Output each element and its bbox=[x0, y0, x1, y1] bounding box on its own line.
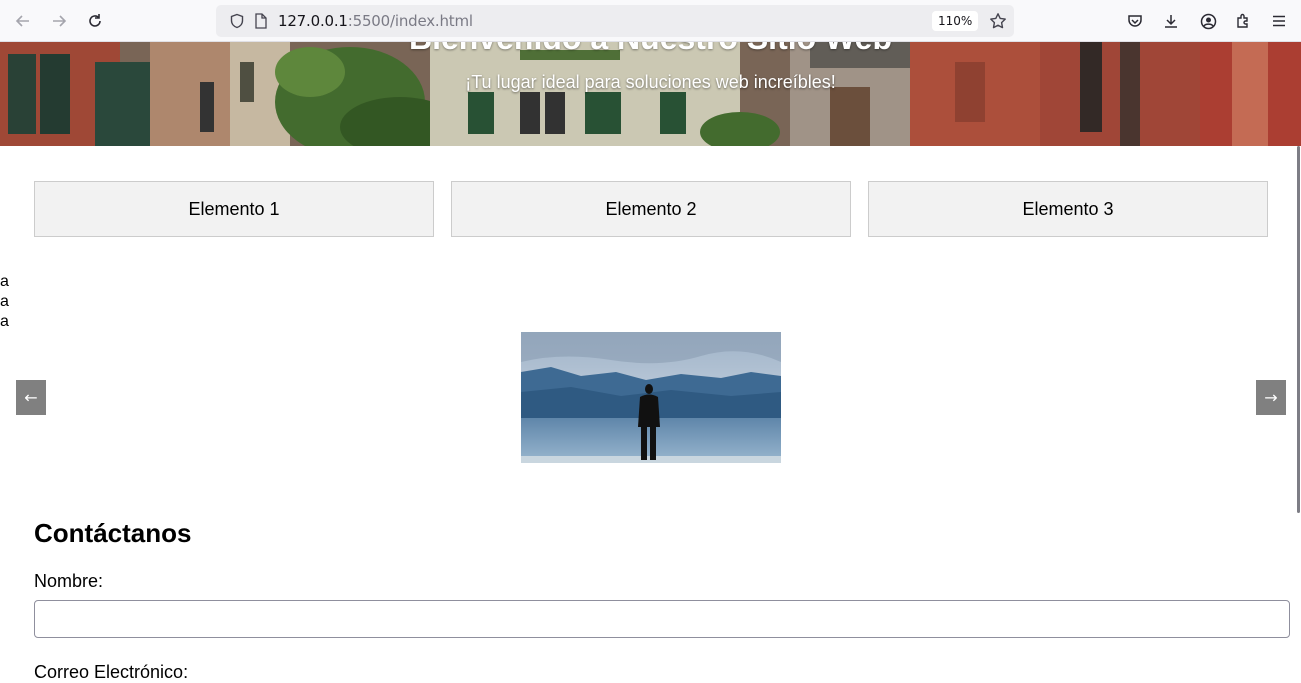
contact-title: Contáctanos bbox=[34, 518, 192, 548]
extensions-icon[interactable] bbox=[1228, 6, 1258, 36]
back-arrow-icon[interactable] bbox=[8, 6, 38, 36]
carousel-image bbox=[521, 332, 781, 463]
hero-banner: Bienvenido a Nuestro Sitio Web ¡Tu lugar… bbox=[0, 42, 1301, 146]
reload-icon[interactable] bbox=[80, 6, 110, 36]
bookmark-star-icon[interactable] bbox=[984, 5, 1012, 37]
name-label: Nombre: bbox=[34, 571, 104, 591]
item-box-3: Elemento 3 bbox=[868, 181, 1268, 237]
url-path: :5500/index.html bbox=[347, 12, 473, 30]
forward-arrow-icon[interactable] bbox=[44, 6, 74, 36]
stray-text: a bbox=[0, 273, 9, 290]
name-input[interactable] bbox=[34, 600, 1290, 638]
hero-street-image bbox=[0, 42, 1301, 146]
download-icon[interactable] bbox=[1156, 6, 1186, 36]
url-text[interactable]: 127.0.0.1:5500/index.html bbox=[278, 5, 473, 37]
pocket-icon[interactable] bbox=[1120, 6, 1150, 36]
browser-toolbar: 127.0.0.1:5500/index.html 110% bbox=[0, 0, 1301, 42]
hero-title: Bienvenido a Nuestro Sitio Web bbox=[0, 42, 1301, 57]
email-label: Correo Electrónico: bbox=[34, 662, 189, 682]
carousel-next-button[interactable]: → bbox=[1256, 380, 1286, 415]
shield-icon[interactable] bbox=[222, 5, 252, 37]
stray-text: a bbox=[0, 313, 9, 330]
menu-icon[interactable] bbox=[1264, 6, 1294, 36]
page-scrollbar[interactable] bbox=[1297, 146, 1300, 513]
address-bar[interactable]: 127.0.0.1:5500/index.html 110% bbox=[216, 5, 1014, 37]
item-box-2: Elemento 2 bbox=[451, 181, 851, 237]
page-icon[interactable] bbox=[250, 5, 272, 37]
item-box-1: Elemento 1 bbox=[34, 181, 434, 237]
stray-text: a bbox=[0, 293, 9, 310]
account-icon[interactable] bbox=[1193, 6, 1223, 36]
url-host: 127.0.0.1 bbox=[278, 12, 348, 30]
carousel-prev-button[interactable]: ← bbox=[16, 380, 46, 415]
hero-subtitle: ¡Tu lugar ideal para soluciones web incr… bbox=[465, 72, 836, 92]
zoom-level-badge[interactable]: 110% bbox=[932, 11, 979, 31]
